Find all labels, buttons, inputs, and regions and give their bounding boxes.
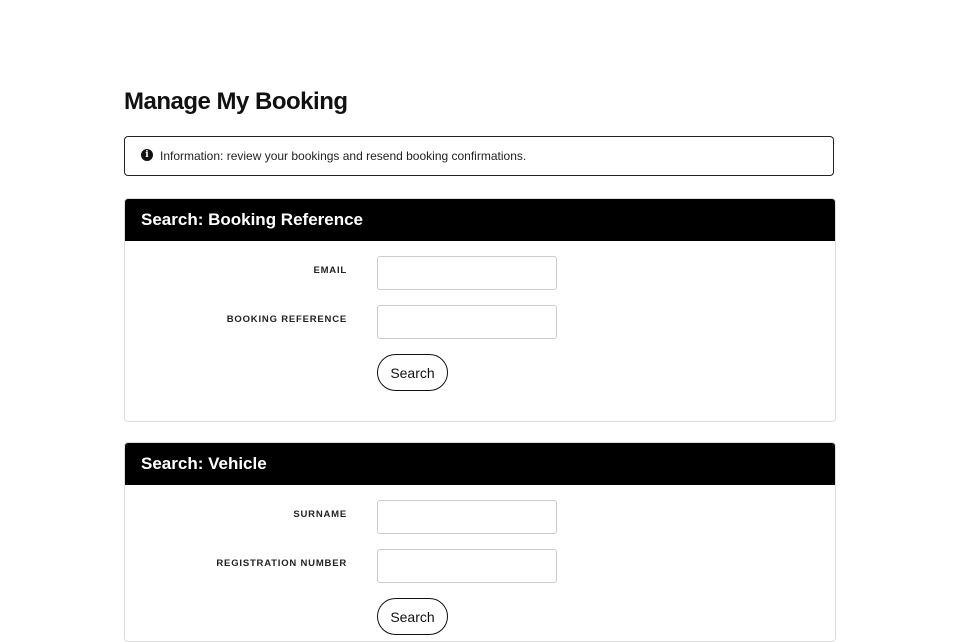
registration-number-row: REGISTRATION NUMBER [125,549,835,583]
surname-row: SURNAME [125,500,835,534]
email-label: EMAIL [313,265,347,276]
booking-search-button[interactable]: Search [377,354,448,391]
booking-reference-label: BOOKING REFERENCE [226,314,347,325]
surname-input[interactable] [377,500,557,534]
vehicle-search-button[interactable]: Search [377,598,448,635]
surname-label: SURNAME [293,509,347,520]
info-alert: i Information: review your bookings and … [124,136,834,176]
info-text: Information: review your bookings and re… [160,149,527,163]
vehicle-panel-heading: Search: Vehicle [125,443,835,485]
booking-reference-input[interactable] [377,305,557,339]
registration-number-input[interactable] [377,549,557,583]
info-circle-icon: i [141,149,153,161]
vehicle-panel: Search: Vehicle SURNAME REGISTRATION NUM… [124,442,836,642]
registration-number-label: REGISTRATION NUMBER [216,558,347,569]
booking-reference-panel: Search: Booking Reference EMAIL BOOKING … [124,198,836,422]
email-input[interactable] [377,256,557,290]
booking-reference-panel-heading: Search: Booking Reference [125,199,835,241]
booking-reference-row: BOOKING REFERENCE [125,305,835,339]
email-row: EMAIL [125,256,835,290]
page-title: Manage My Booking [124,88,348,115]
